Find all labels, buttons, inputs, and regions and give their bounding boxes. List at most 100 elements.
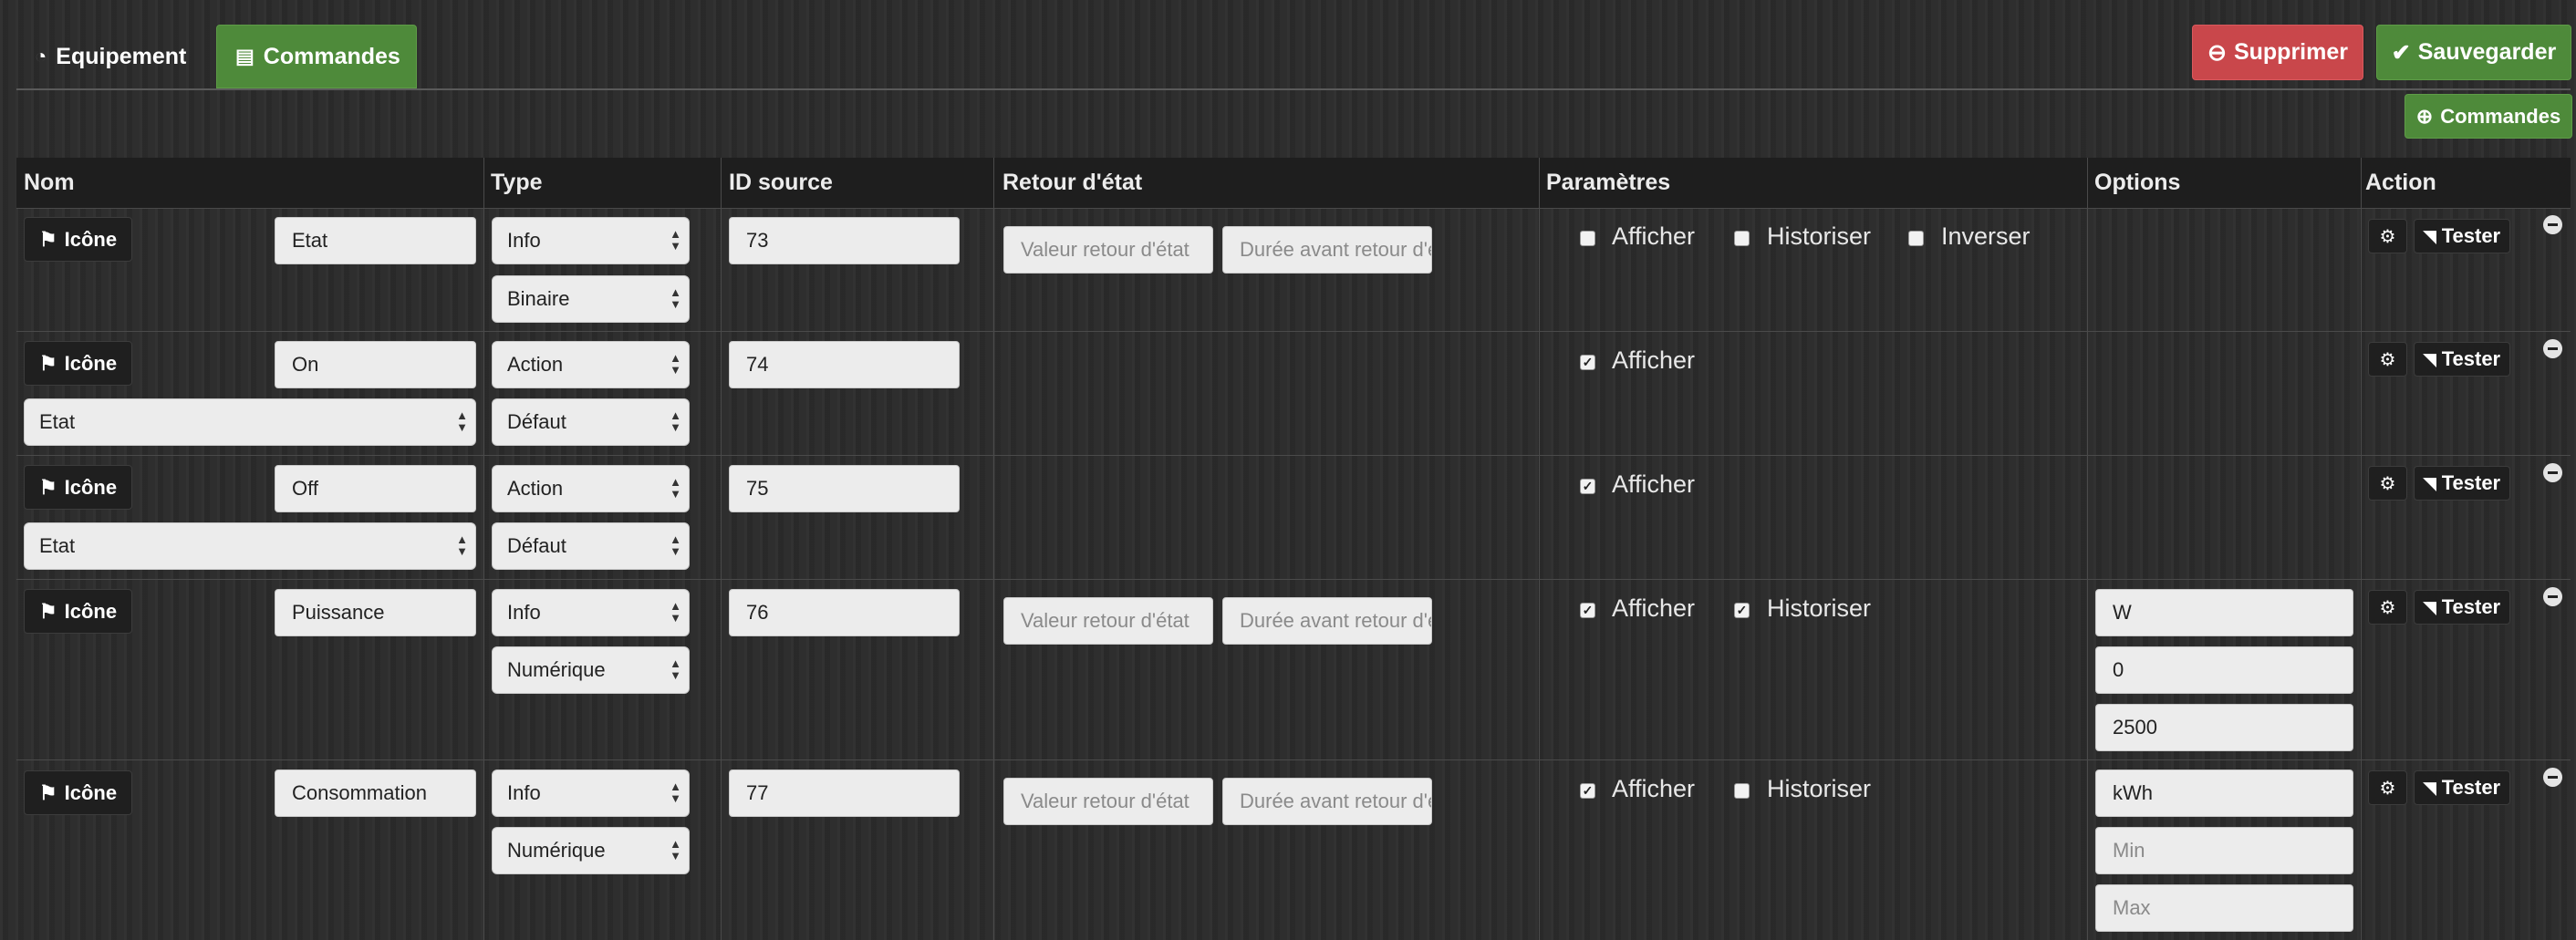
rss-icon: ◥ bbox=[2423, 473, 2436, 492]
icon-picker-button[interactable]: ⚑ Icône bbox=[24, 770, 132, 815]
afficher-checkbox[interactable] bbox=[1580, 231, 1595, 246]
afficher-checkbox[interactable]: ✓ bbox=[1580, 355, 1595, 370]
column-divider bbox=[2087, 158, 2088, 940]
rss-icon: ◥ bbox=[2423, 349, 2436, 368]
linked-info-select[interactable]: Etat ▲ ▼ bbox=[24, 398, 476, 446]
tab-equipement[interactable]: ◔ Equipement bbox=[16, 25, 204, 88]
column-divider bbox=[993, 158, 994, 940]
select-arrows-icon: ▲ ▼ bbox=[670, 656, 681, 682]
type-select[interactable]: Info ▲ ▼ bbox=[492, 770, 690, 817]
retour-etat-duration-input[interactable]: Durée avant retour d'état bbox=[1222, 226, 1432, 274]
tester-button[interactable]: ◥ Tester bbox=[2414, 342, 2510, 377]
command-name-input[interactable]: Etat bbox=[275, 217, 476, 264]
tester-button-label: Tester bbox=[2441, 471, 2501, 494]
subtype-select-value: Défaut bbox=[507, 534, 566, 557]
id-source-input[interactable]: 75 bbox=[729, 465, 960, 512]
remove-command-icon[interactable] bbox=[2543, 215, 2562, 234]
afficher-checkbox[interactable]: ✓ bbox=[1580, 479, 1595, 494]
gears-icon: ⚙ bbox=[2379, 778, 2396, 799]
id-source-input[interactable]: 77 bbox=[729, 770, 960, 817]
type-select[interactable]: Action ▲ ▼ bbox=[492, 341, 690, 388]
afficher-checkbox[interactable]: ✓ bbox=[1580, 783, 1595, 799]
subtype-select[interactable]: Numérique ▲ ▼ bbox=[492, 827, 690, 874]
icon-picker-button[interactable]: ⚑ Icône bbox=[24, 589, 132, 634]
retour-etat-value-input[interactable]: Valeur retour d'état bbox=[1003, 778, 1213, 825]
subtype-select[interactable]: Défaut ▲ ▼ bbox=[492, 522, 690, 570]
inverser-label: Inverser bbox=[1941, 222, 2031, 250]
subtype-select[interactable]: Défaut ▲ ▼ bbox=[492, 398, 690, 446]
icon-picker-button[interactable]: ⚑ Icône bbox=[24, 465, 132, 510]
select-arrows-icon: ▲ ▼ bbox=[670, 780, 681, 805]
inverser-checkbox[interactable] bbox=[1908, 231, 1924, 246]
command-name-input[interactable]: Consommation bbox=[275, 770, 476, 817]
retour-etat-duration-input[interactable]: Durée avant retour d'état bbox=[1222, 597, 1432, 645]
configure-button[interactable]: ⚙ bbox=[2368, 342, 2407, 377]
linked-info-select[interactable]: Etat ▲ ▼ bbox=[24, 522, 476, 570]
afficher-label: Afficher bbox=[1612, 594, 1696, 622]
configure-button[interactable]: ⚙ bbox=[2368, 770, 2407, 805]
icon-picker-button[interactable]: ⚑ Icône bbox=[24, 217, 132, 262]
header-nom: Nom bbox=[24, 170, 75, 195]
subtype-select[interactable]: Numérique ▲ ▼ bbox=[492, 646, 690, 694]
min-input[interactable]: Min bbox=[2095, 827, 2353, 874]
tab-commandes-label: Commandes bbox=[263, 43, 400, 69]
add-command-button[interactable]: ⊕ Commandes bbox=[2405, 94, 2572, 139]
historiser-checkbox[interactable]: ✓ bbox=[1734, 603, 1750, 618]
type-select[interactable]: Info ▲ ▼ bbox=[492, 589, 690, 636]
type-select-value: Info bbox=[507, 601, 541, 624]
subtype-select-value: Binaire bbox=[507, 287, 570, 310]
remove-command-icon[interactable] bbox=[2543, 339, 2562, 358]
plus-circle-icon: ⊕ bbox=[2415, 104, 2434, 128]
retour-etat-value-input[interactable]: Valeur retour d'état bbox=[1003, 226, 1213, 274]
tester-button[interactable]: ◥ Tester bbox=[2414, 590, 2510, 625]
command-name-input[interactable]: On bbox=[275, 341, 476, 388]
select-arrows-icon: ▲ ▼ bbox=[670, 227, 681, 253]
row-divider bbox=[16, 759, 2571, 760]
configure-button[interactable]: ⚙ bbox=[2368, 590, 2407, 625]
retour-etat-value-input[interactable]: Valeur retour d'état bbox=[1003, 597, 1213, 645]
icon-picker-label: Icône bbox=[64, 599, 118, 623]
tester-button[interactable]: ◥ Tester bbox=[2414, 466, 2510, 501]
select-arrows-icon: ▲ ▼ bbox=[670, 532, 681, 558]
type-select[interactable]: Action ▲ ▼ bbox=[492, 465, 690, 512]
unit-input[interactable]: kWh bbox=[2095, 770, 2353, 817]
header-retour-etat: Retour d'état bbox=[1002, 170, 1143, 195]
icon-picker-label: Icône bbox=[64, 227, 118, 251]
icon-picker-label: Icône bbox=[64, 475, 118, 499]
gears-icon: ⚙ bbox=[2379, 226, 2396, 247]
max-input[interactable]: 2500 bbox=[2095, 704, 2353, 751]
delete-button[interactable]: ⊖ Supprimer bbox=[2192, 25, 2363, 80]
icon-picker-label: Icône bbox=[64, 780, 118, 804]
check-circle-icon: ✔ bbox=[2391, 39, 2411, 66]
historiser-checkbox[interactable] bbox=[1734, 231, 1750, 246]
tab-commandes[interactable]: ▤ Commandes bbox=[216, 25, 417, 88]
type-select[interactable]: Info ▲ ▼ bbox=[492, 217, 690, 264]
remove-command-icon[interactable] bbox=[2543, 463, 2562, 482]
command-name-input[interactable]: Off bbox=[275, 465, 476, 512]
flag-icon: ⚑ bbox=[38, 475, 57, 499]
icon-picker-button[interactable]: ⚑ Icône bbox=[24, 341, 132, 386]
configure-button[interactable]: ⚙ bbox=[2368, 466, 2407, 501]
max-input[interactable]: Max bbox=[2095, 884, 2353, 932]
retour-etat-duration-input[interactable]: Durée avant retour d'état bbox=[1222, 778, 1432, 825]
row-divider bbox=[16, 579, 2571, 580]
tester-button[interactable]: ◥ Tester bbox=[2414, 219, 2510, 253]
save-button[interactable]: ✔ Sauvegarder bbox=[2376, 25, 2571, 80]
type-select-value: Info bbox=[507, 229, 541, 252]
remove-command-icon[interactable] bbox=[2543, 768, 2562, 787]
id-source-input[interactable]: 73 bbox=[729, 217, 960, 264]
column-divider bbox=[721, 158, 722, 940]
id-source-input[interactable]: 74 bbox=[729, 341, 960, 388]
row-divider bbox=[16, 455, 2571, 456]
command-name-input[interactable]: Puissance bbox=[275, 589, 476, 636]
unit-input[interactable]: W bbox=[2095, 589, 2353, 636]
tester-button[interactable]: ◥ Tester bbox=[2414, 770, 2510, 805]
afficher-checkbox[interactable]: ✓ bbox=[1580, 603, 1595, 618]
configure-button[interactable]: ⚙ bbox=[2368, 219, 2407, 253]
subtype-select[interactable]: Binaire ▲ ▼ bbox=[492, 275, 690, 323]
header-action: Action bbox=[2365, 170, 2436, 195]
remove-command-icon[interactable] bbox=[2543, 587, 2562, 606]
id-source-input[interactable]: 76 bbox=[729, 589, 960, 636]
historiser-checkbox[interactable] bbox=[1734, 783, 1750, 799]
min-input[interactable]: 0 bbox=[2095, 646, 2353, 694]
